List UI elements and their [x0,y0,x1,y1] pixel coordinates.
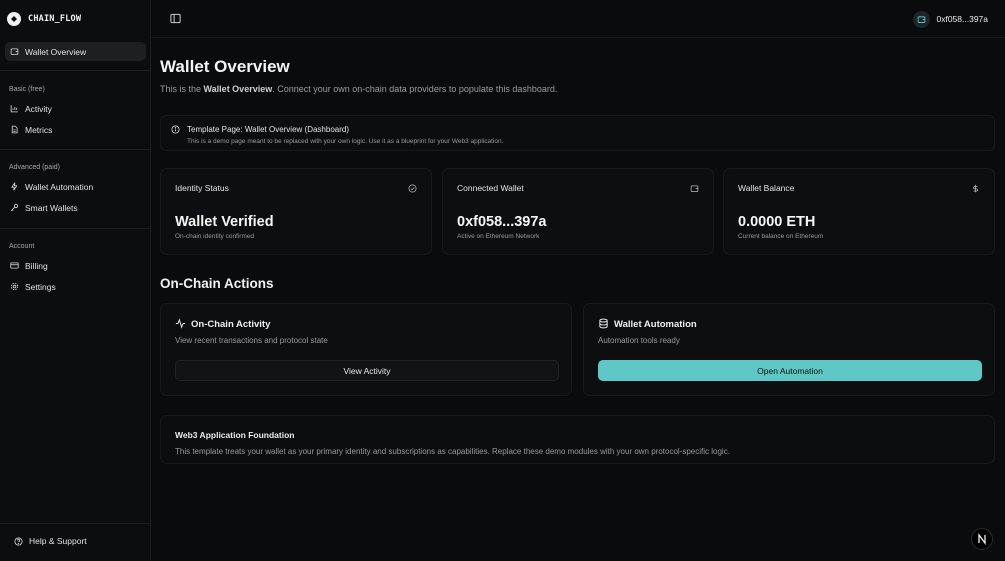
card-title: Identity Status [175,183,229,193]
subtitle-prefix: This is the [160,84,204,94]
template-notice: Template Page: Wallet Overview (Dashboar… [160,115,995,151]
database-icon [599,318,608,329]
card-title: Wallet Balance [738,183,795,193]
n-logo-icon [978,533,986,545]
check-circle-icon [408,184,417,193]
sidebar-item-metrics[interactable]: Metrics [5,120,146,139]
wallet-icon [690,185,699,192]
sidebar-item-billing[interactable]: Billing [5,256,146,275]
card-subtext: Active on Ethereum Network [457,233,540,240]
wallet-address: 0xf058...397a [936,14,988,24]
action-card-description: Automation tools ready [598,336,680,345]
sidebar: CHAIN_FLOW Wallet Overview Basic (free) … [0,0,151,561]
info-icon [171,125,180,134]
identity-status-card: Identity Status Wallet Verified On-chain… [160,168,432,255]
wallet-icon [913,10,931,28]
brand-logo-icon [7,12,21,26]
sidebar-item-label: Metrics [25,124,53,135]
sidebar-item-label: Wallet Overview [25,46,87,57]
page-title: Wallet Overview [160,57,290,76]
wallet-automation-card: Wallet Automation Automation tools ready… [583,303,995,396]
dollar-icon [973,184,978,193]
action-card-title: Wallet Automation [614,319,697,330]
sidebar-toggle-icon[interactable] [170,13,181,24]
wallet-address-button[interactable]: 0xf058...397a [913,10,988,28]
page-subtitle: This is the Wallet Overview. Connect you… [160,84,557,94]
card-value: 0xf058...397a [457,214,547,230]
action-card-title: On-Chain Activity [191,319,271,330]
sidebar-item-label: Settings [25,281,56,292]
card-subtext: Current balance on Ethereum [738,233,824,240]
sidebar-divider [0,523,151,524]
sidebar-item-label: Billing [25,260,48,271]
section-label-advanced: Advanced (paid) [9,164,60,171]
foundation-info-panel: Web3 Application Foundation This templat… [160,415,995,464]
sidebar-item-label: Activity [25,103,52,114]
sidebar-item-wallet-overview[interactable]: Wallet Overview [5,42,146,61]
top-bar: 0xf058...397a [151,0,1005,38]
sidebar-item-settings[interactable]: Settings [5,277,146,296]
notice-title: Template Page: Wallet Overview (Dashboar… [187,125,349,134]
wallet-balance-card: Wallet Balance 0.0000 ETH Current balanc… [723,168,995,255]
view-activity-button[interactable]: View Activity [175,360,559,381]
file-text-icon [11,125,18,134]
section-label-basic: Basic (free) [9,86,45,93]
on-chain-activity-card: On-Chain Activity View recent transactio… [160,303,572,396]
subtitle-bold: Wallet Overview [203,84,273,94]
help-label: Help & Support [29,536,87,546]
subtitle-suffix: . Connect your own on-chain data provide… [272,84,558,94]
sidebar-item-wallet-automation[interactable]: Wallet Automation [5,177,146,196]
foundation-title: Web3 Application Foundation [175,430,295,440]
n-logo-badge[interactable] [971,528,993,550]
connected-wallet-card: Connected Wallet 0xf058...397a Active on… [442,168,714,255]
sidebar-divider [0,228,151,229]
card-value: Wallet Verified [175,214,274,230]
sidebar-item-smart-wallets[interactable]: Smart Wallets [5,198,146,217]
lightning-icon [11,182,18,191]
foundation-description: This template treats your wallet as your… [175,447,730,456]
notice-description: This is a demo page meant to be replaced… [187,138,504,145]
sidebar-item-activity[interactable]: Activity [5,99,146,118]
section-title-actions: On-Chain Actions [160,276,274,291]
sidebar-item-label: Smart Wallets [25,202,78,213]
key-icon [10,203,19,212]
sidebar-divider [0,70,151,71]
activity-icon [175,318,186,329]
help-circle-icon [14,536,23,546]
credit-card-icon [10,262,19,269]
action-card-description: View recent transactions and protocol st… [175,336,328,345]
sidebar-divider [0,149,151,150]
sidebar-item-label: Wallet Automation [25,181,94,192]
section-label-account: Account [9,243,35,250]
gear-icon [10,282,19,291]
card-subtext: On-chain identity confirmed [175,233,255,240]
brand-name: CHAIN_FLOW [28,14,82,24]
bar-chart-icon [10,105,18,113]
card-title: Connected Wallet [457,183,524,193]
wallet-icon [10,48,19,55]
brand[interactable]: CHAIN_FLOW [7,11,81,27]
card-value: 0.0000 ETH [738,214,816,230]
help-support-link[interactable]: Help & Support [14,536,87,546]
open-automation-button[interactable]: Open Automation [598,360,982,381]
